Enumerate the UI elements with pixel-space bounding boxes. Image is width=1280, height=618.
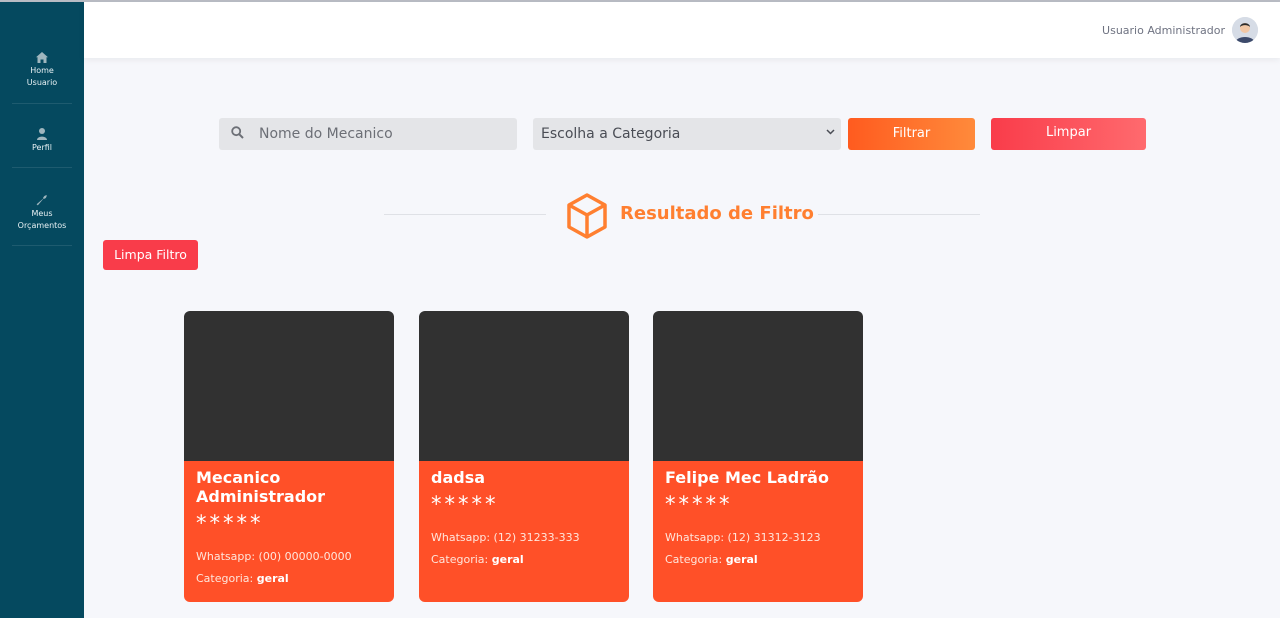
search-icon xyxy=(231,126,244,139)
sidebar-item-label: Orçamentos xyxy=(17,221,67,230)
card-rating: ***** xyxy=(665,492,733,516)
sidebar-item-perfil[interactable]: Perfil xyxy=(12,128,72,168)
sidebar: Home Usuario Perfil Meus Orçamentos xyxy=(0,2,84,618)
clear-filter-button[interactable]: Limpa Filtro xyxy=(103,240,198,270)
sidebar-item-label: Meus xyxy=(31,209,53,218)
home-icon xyxy=(36,52,48,63)
card-image xyxy=(653,311,863,461)
card-body: dadsa ***** Whatsapp: (12) 31233-333 Cat… xyxy=(419,461,629,602)
category-select-value: Escolha a Categoria xyxy=(541,126,681,142)
whatsapp-value: (12) 31233-333 xyxy=(493,531,580,544)
mechanic-card[interactable]: dadsa ***** Whatsapp: (12) 31233-333 Cat… xyxy=(419,311,629,602)
user-icon xyxy=(37,128,47,140)
category-value: geral xyxy=(725,553,758,566)
whatsapp-value: (00) 00000-0000 xyxy=(258,550,352,563)
card-whatsapp: Whatsapp: (00) 00000-0000 xyxy=(196,546,382,568)
top-header: Usuario Administrador xyxy=(84,2,1280,58)
whatsapp-label: Whatsapp: xyxy=(196,550,256,563)
avatar[interactable] xyxy=(1232,17,1258,43)
category-value: geral xyxy=(256,572,289,585)
card-name: Mecanico Administrador xyxy=(196,468,326,506)
sidebar-item-label: Usuario xyxy=(26,78,58,87)
card-category: Categoria: geral xyxy=(665,549,851,571)
clear-button[interactable]: Limpar xyxy=(991,118,1146,150)
sidebar-item-label: Perfil xyxy=(31,143,52,152)
sidebar-item-label: Home xyxy=(30,66,54,75)
category-label: Categoria: xyxy=(431,553,489,566)
card-image xyxy=(184,311,394,461)
avatar-icon xyxy=(1232,17,1258,43)
whatsapp-label: Whatsapp: xyxy=(431,531,491,544)
divider xyxy=(384,214,546,215)
card-body: Felipe Mec Ladrão ***** Whatsapp: (12) 3… xyxy=(653,461,863,602)
category-label: Categoria: xyxy=(196,572,254,585)
divider xyxy=(818,214,980,215)
card-name: Felipe Mec Ladrão xyxy=(665,468,829,487)
user-name[interactable]: Usuario Administrador xyxy=(1102,24,1225,37)
card-whatsapp: Whatsapp: (12) 31233-333 xyxy=(431,527,617,549)
sidebar-item-orcamentos[interactable]: Meus Orçamentos xyxy=(12,194,72,246)
whatsapp-label: Whatsapp: xyxy=(665,531,725,544)
box-icon xyxy=(567,193,607,239)
mechanic-card[interactable]: Mecanico Administrador ***** Whatsapp: (… xyxy=(184,311,394,602)
category-value: geral xyxy=(491,553,524,566)
card-name: dadsa xyxy=(431,468,486,487)
mechanic-card[interactable]: Felipe Mec Ladrão ***** Whatsapp: (12) 3… xyxy=(653,311,863,602)
card-whatsapp: Whatsapp: (12) 31312-3123 xyxy=(665,527,851,549)
card-category: Categoria: geral xyxy=(431,549,617,571)
card-rating: ***** xyxy=(196,511,264,535)
search-input[interactable] xyxy=(259,118,509,150)
sidebar-item-home[interactable]: Home Usuario xyxy=(12,52,72,104)
category-select[interactable]: Escolha a Categoria xyxy=(533,118,841,150)
whatsapp-value: (12) 31312-3123 xyxy=(727,531,821,544)
filter-button[interactable]: Filtrar xyxy=(848,118,975,150)
card-category: Categoria: geral xyxy=(196,568,382,590)
search-field xyxy=(219,118,517,150)
wrench-icon xyxy=(36,195,47,206)
card-body: Mecanico Administrador ***** Whatsapp: (… xyxy=(184,461,394,602)
section-title: Resultado de Filtro xyxy=(620,203,814,224)
card-rating: ***** xyxy=(431,492,499,516)
card-image xyxy=(419,311,629,461)
chevron-down-icon xyxy=(826,129,835,135)
category-label: Categoria: xyxy=(665,553,723,566)
